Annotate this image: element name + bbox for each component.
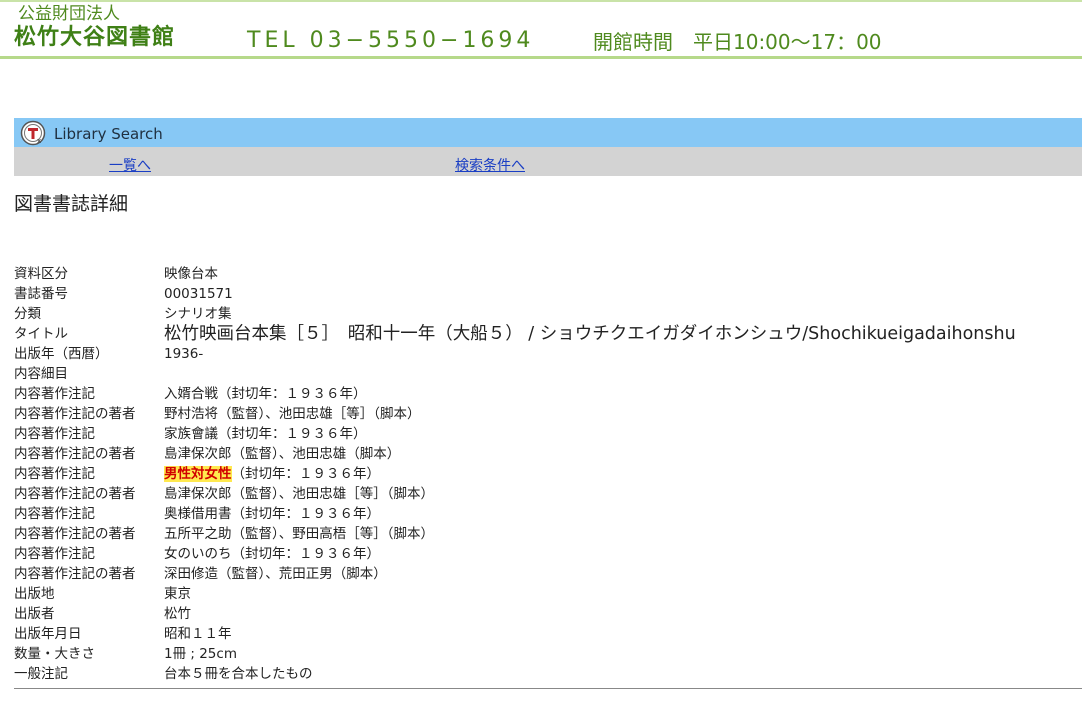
detail-row: 数量・大きさ 1冊 ; 25cm: [14, 644, 1082, 664]
detail-row: 内容著作注記の著者 五所平之助（監督）、野田高梧［等］（脚本）: [14, 524, 1082, 544]
back-to-list-link[interactable]: 一覧へ: [109, 155, 151, 175]
detail-row: 内容細目: [14, 364, 1082, 384]
detail-label: 出版年月日: [14, 626, 82, 642]
detail-value: 島津保次郎（監督）、池田忠雄（脚本）: [164, 446, 401, 462]
detail-label: 内容著作注記の著者: [14, 446, 136, 462]
back-to-search-conditions-link[interactable]: 検索条件へ: [455, 155, 525, 175]
detail-label: 内容著作注記: [14, 546, 95, 562]
library-search-bar: x Library Search: [14, 118, 1082, 147]
detail-value: 女のいのち（封切年：１９３６年）: [164, 546, 380, 562]
title-value: 松竹映画台本集［５］ 昭和十一年（大船５） / ショウチクエイガダイホンシュウ/…: [164, 324, 1016, 344]
detail-label: 内容著作注記の著者: [14, 406, 136, 422]
detail-row: 内容著作注記 奥様借用書（封切年：１９３６年）: [14, 504, 1082, 524]
bibliographic-detail-table: 資料区分 映像台本 書誌番号 00031571 分類 シナリオ集 タイトル 松竹映画台本…: [14, 264, 1082, 684]
detail-value: 00031571: [164, 286, 233, 302]
detail-row: 内容著作注記 男性対女性（封切年：１９３６年）: [14, 464, 1082, 484]
detail-row: 書誌番号 00031571: [14, 284, 1082, 304]
detail-label: タイトル: [14, 326, 68, 342]
org-name[interactable]: 松竹大谷図書館: [14, 24, 175, 52]
detail-label: 資料区分: [14, 266, 68, 282]
detail-label: 内容著作注記: [14, 426, 95, 442]
library-search-logo-icon: x: [20, 120, 46, 146]
detail-value: 入婿合戦（封切年：１９３６年）: [164, 386, 367, 402]
detail-label: 書誌番号: [14, 286, 68, 302]
site-header: 公益財団法人 松竹大谷図書館 TEL 03−5550−1694 開館時間 平日1…: [0, 0, 1082, 60]
detail-row: 内容著作注記 入婿合戦（封切年：１９３６年）: [14, 384, 1082, 404]
detail-value: 映像台本: [164, 266, 218, 282]
detail-row: 一般注記 台本５冊を合本したもの: [14, 664, 1082, 684]
org-type: 公益財団法人: [18, 4, 120, 24]
detail-label: 内容著作注記の著者: [14, 486, 136, 502]
detail-label: 数量・大きさ: [14, 646, 95, 662]
detail-value: 1冊 ; 25cm: [164, 646, 237, 662]
detail-row: 内容著作注記の著者 島津保次郎（監督）、池田忠雄［等］（脚本）: [14, 484, 1082, 504]
detail-label: 出版年（西暦）: [14, 346, 109, 362]
detail-label: 内容著作注記: [14, 466, 95, 482]
detail-value: シナリオ集: [164, 306, 232, 322]
detail-value: 昭和１１年: [164, 626, 232, 642]
detail-label: 内容著作注記: [14, 506, 95, 522]
detail-value: 奥様借用書（封切年：１９３６年）: [164, 506, 380, 522]
detail-value: 深田修造（監督）、荒田正男（脚本）: [164, 566, 387, 582]
library-search-label: Library Search: [54, 125, 163, 143]
detail-row: 資料区分 映像台本: [14, 264, 1082, 284]
footer-divider: [14, 688, 1082, 689]
detail-value-rest: （封切年：１９３６年）: [231, 466, 381, 482]
search-term-highlight: 男性対女性: [164, 466, 232, 482]
detail-label: 出版者: [14, 606, 55, 622]
detail-value: 島津保次郎（監督）、池田忠雄［等］（脚本）: [164, 486, 434, 502]
detail-row: 出版者 松竹: [14, 604, 1082, 624]
detail-value: 野村浩将（監督）、池田忠雄［等］（脚本）: [164, 406, 421, 422]
nav-bar: 一覧へ 検索条件へ: [14, 147, 1082, 176]
telephone-number: TEL 03−5550−1694: [247, 28, 535, 53]
detail-row: 内容著作注記 家族會議（封切年：１９３６年）: [14, 424, 1082, 444]
detail-value: 1936-: [164, 346, 204, 362]
header-divider: [0, 56, 1082, 59]
detail-row: 分類 シナリオ集: [14, 304, 1082, 324]
detail-label: 一般注記: [14, 666, 68, 682]
detail-value: 五所平之助（監督）、野田高梧［等］（脚本）: [164, 526, 434, 542]
detail-row: 出版年（西暦） 1936-: [14, 344, 1082, 364]
detail-value: 松竹: [164, 606, 191, 622]
detail-row: 内容著作注記の著者 野村浩将（監督）、池田忠雄［等］（脚本）: [14, 404, 1082, 424]
detail-label: 内容細目: [14, 366, 68, 382]
detail-row: 出版地 東京: [14, 584, 1082, 604]
opening-hours: 開館時間 平日10:00〜17：00: [593, 30, 882, 54]
detail-label: 出版地: [14, 586, 55, 602]
detail-label: 内容著作注記: [14, 386, 95, 402]
detail-row: 内容著作注記の著者 深田修造（監督）、荒田正男（脚本）: [14, 564, 1082, 584]
detail-row-title: タイトル 松竹映画台本集［５］ 昭和十一年（大船５） / ショウチクエイガダイホン…: [14, 324, 1082, 344]
detail-value: 東京: [164, 586, 191, 602]
detail-value: 台本５冊を合本したもの: [164, 666, 313, 682]
svg-text:x: x: [37, 137, 41, 145]
detail-label: 分類: [14, 306, 41, 322]
page-title: 図書書誌詳細: [14, 193, 129, 215]
detail-value: 男性対女性（封切年：１９３６年）: [164, 464, 380, 484]
detail-row: 内容著作注記 女のいのち（封切年：１９３６年）: [14, 544, 1082, 564]
detail-row: 出版年月日 昭和１１年: [14, 624, 1082, 644]
detail-label: 内容著作注記の著者: [14, 526, 136, 542]
detail-label: 内容著作注記の著者: [14, 566, 136, 582]
detail-row: 内容著作注記の著者 島津保次郎（監督）、池田忠雄（脚本）: [14, 444, 1082, 464]
detail-value: 家族會議（封切年：１９３６年）: [164, 426, 367, 442]
